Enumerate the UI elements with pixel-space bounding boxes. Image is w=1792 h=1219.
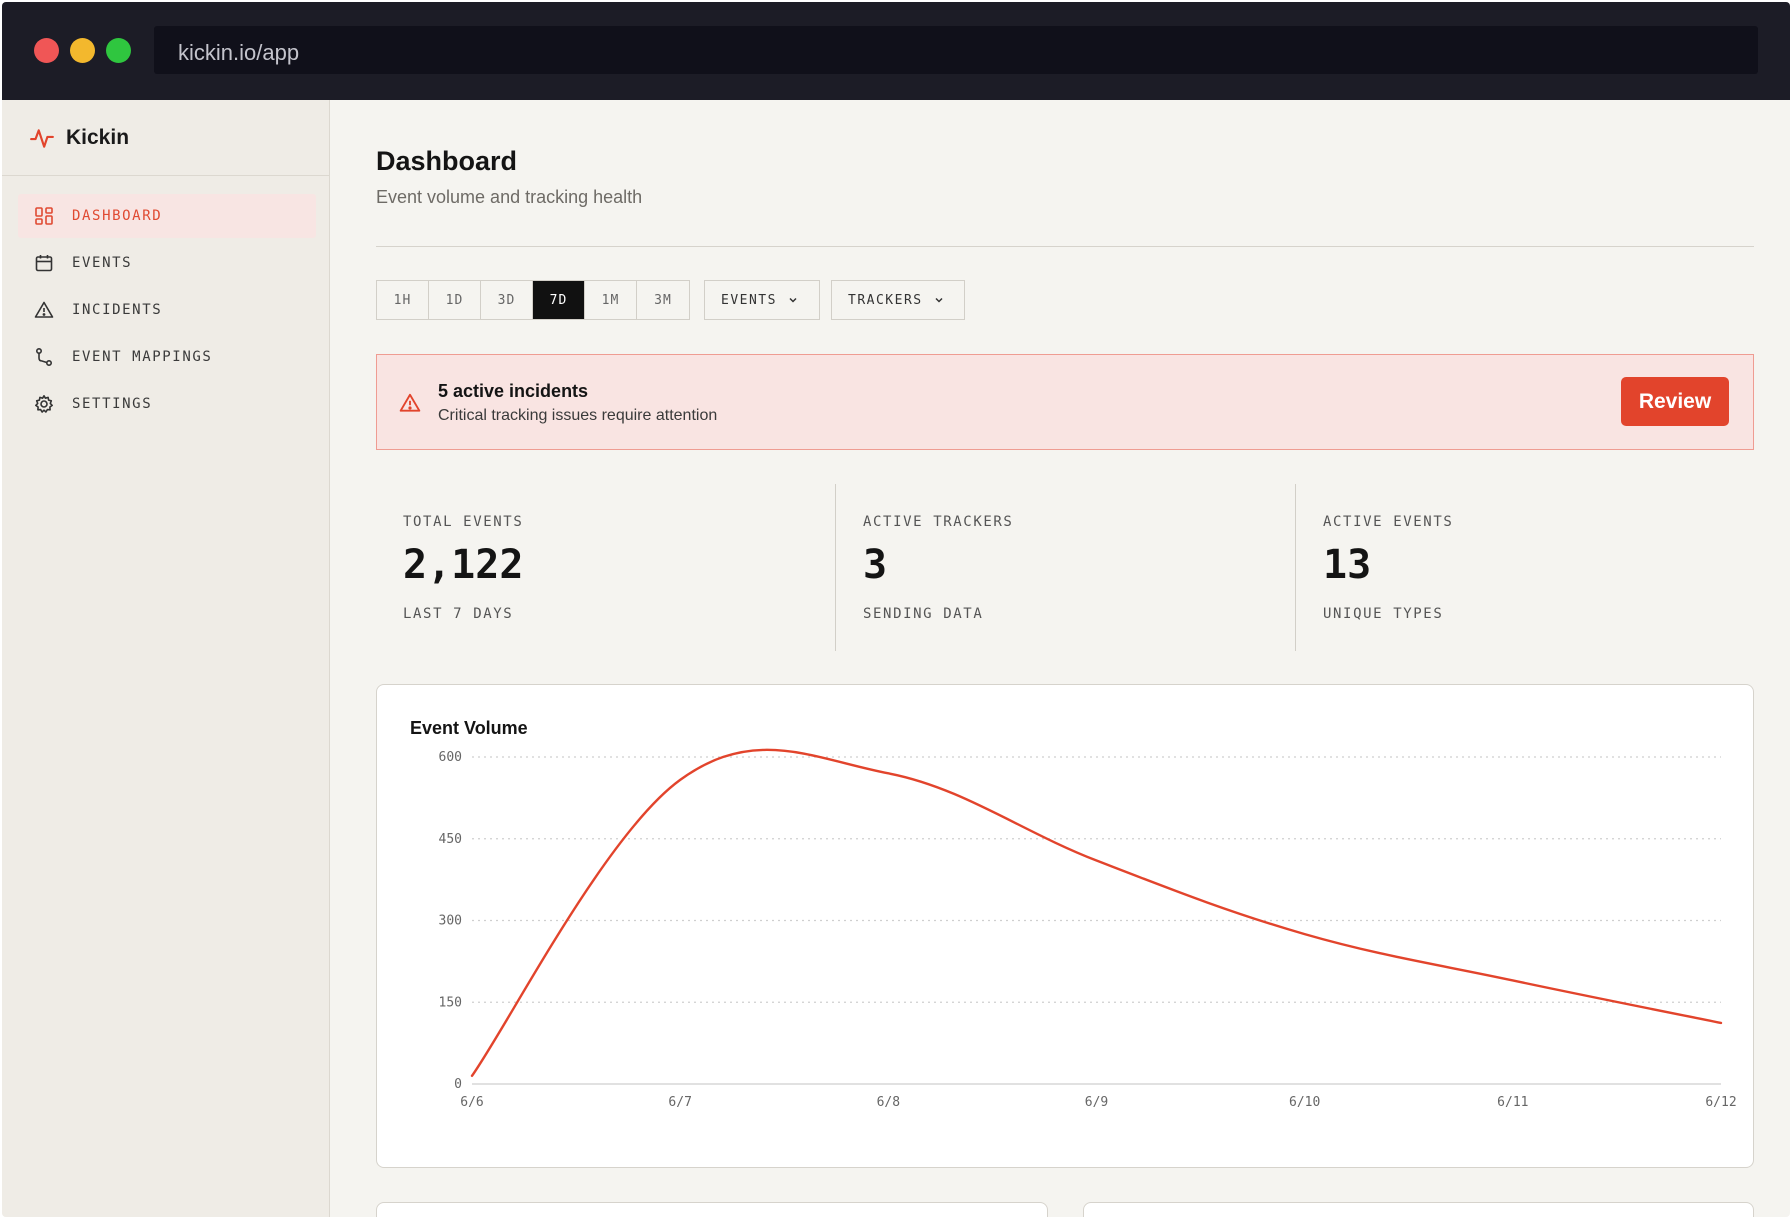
main-content: Dashboard Event volume and tracking heal… bbox=[331, 100, 1790, 1217]
route-icon bbox=[35, 347, 53, 367]
incident-alert-banner: 5 active incidents Critical tracking iss… bbox=[376, 354, 1754, 450]
x-tick-label: 6/7 bbox=[668, 1095, 691, 1110]
chevron-down-icon bbox=[789, 297, 797, 303]
stat-active-trackers: ACTIVE TRACKERS 3 SENDING DATA bbox=[835, 484, 1294, 651]
y-tick-label: 600 bbox=[439, 750, 462, 765]
y-tick-label: 450 bbox=[439, 832, 462, 847]
sidebar-item-label: EVENTS bbox=[72, 255, 133, 271]
pulse-logo-icon bbox=[30, 129, 54, 148]
dashboard-icon bbox=[35, 207, 53, 225]
trackers-dropdown[interactable]: TRACKERS bbox=[831, 280, 965, 320]
y-tick-label: 150 bbox=[439, 995, 462, 1010]
events-dropdown[interactable]: EVENTS bbox=[704, 280, 820, 320]
sidebar-item-event-mappings[interactable]: EVENT MAPPINGS bbox=[18, 335, 316, 379]
y-tick-label: 0 bbox=[454, 1077, 462, 1092]
x-tick-label: 6/11 bbox=[1497, 1095, 1528, 1110]
range-1d-button[interactable]: 1D bbox=[429, 281, 481, 319]
review-button[interactable]: Review bbox=[1621, 377, 1729, 426]
alert-title: 5 active incidents bbox=[438, 381, 589, 401]
maximize-window-button[interactable] bbox=[106, 38, 131, 63]
address-bar[interactable]: kickin.io/app bbox=[154, 26, 1758, 74]
stat-caption: SENDING DATA bbox=[863, 606, 984, 622]
time-range-selector: 1H 1D 3D 7D 1M 3M bbox=[376, 280, 690, 320]
event-volume-chart: 0 150 300 450 600 6/6 6/7 6/8 6/9 6/10 6/11 6/12 bbox=[439, 748, 1737, 1110]
header-divider bbox=[376, 246, 1754, 247]
stat-label: TOTAL EVENTS bbox=[403, 514, 524, 530]
sidebar-item-label: DASHBOARD bbox=[72, 208, 163, 224]
browser-window: kickin.io/app Kickin DASHBOARD EVENTS IN… bbox=[2, 2, 1790, 1217]
sidebar-item-label: INCIDENTS bbox=[72, 302, 163, 318]
x-tick-label: 6/12 bbox=[1705, 1095, 1736, 1110]
chevron-down-icon bbox=[935, 297, 943, 303]
x-tick-label: 6/6 bbox=[460, 1095, 483, 1110]
x-tick-label: 6/8 bbox=[877, 1095, 900, 1110]
range-1h-button[interactable]: 1H bbox=[377, 281, 429, 319]
stat-value: 3 bbox=[863, 542, 888, 588]
bottom-card-right bbox=[1083, 1202, 1754, 1217]
event-volume-card: Event Volume 0 150 300 450 600 6/6 6/7 6/8 6/9 6/… bbox=[376, 684, 1754, 1168]
brand[interactable]: Kickin bbox=[2, 100, 329, 176]
x-tick-label: 6/10 bbox=[1289, 1095, 1320, 1110]
stat-label: ACTIVE EVENTS bbox=[1323, 514, 1454, 530]
stats-row: TOTAL EVENTS 2,122 LAST 7 DAYS ACTIVE TR… bbox=[376, 484, 1754, 651]
events-dropdown-label: EVENTS bbox=[721, 292, 777, 308]
trackers-dropdown-label: TRACKERS bbox=[848, 292, 923, 308]
sidebar-item-label: EVENT MAPPINGS bbox=[72, 349, 213, 365]
stat-caption: LAST 7 DAYS bbox=[403, 606, 514, 622]
page-title: Dashboard bbox=[376, 146, 518, 176]
stat-total-events: TOTAL EVENTS 2,122 LAST 7 DAYS bbox=[376, 484, 835, 651]
stat-value: 2,122 bbox=[403, 542, 524, 588]
y-tick-label: 300 bbox=[439, 914, 462, 929]
stat-caption: UNIQUE TYPES bbox=[1323, 606, 1444, 622]
series-line bbox=[470, 748, 1723, 1078]
warning-icon bbox=[399, 393, 421, 412]
x-tick-label: 6/9 bbox=[1085, 1095, 1108, 1110]
stat-active-events: ACTIVE EVENTS 13 UNIQUE TYPES bbox=[1295, 484, 1754, 651]
address-bar-url: kickin.io/app bbox=[178, 40, 300, 65]
range-7d-button[interactable]: 7D bbox=[533, 281, 585, 319]
page-subtitle: Event volume and tracking health bbox=[376, 187, 643, 207]
alert-triangle-icon bbox=[34, 301, 54, 318]
gear-icon bbox=[35, 395, 53, 413]
calendar-icon bbox=[35, 255, 53, 272]
sidebar-item-dashboard[interactable]: DASHBOARD bbox=[18, 194, 316, 238]
sidebar-item-events[interactable]: EVENTS bbox=[18, 241, 316, 285]
minimize-window-button[interactable] bbox=[70, 38, 95, 63]
stat-value: 13 bbox=[1323, 542, 1372, 588]
sidebar-item-incidents[interactable]: INCIDENTS bbox=[18, 288, 316, 332]
alert-subtitle: Critical tracking issues require attenti… bbox=[438, 407, 718, 424]
stat-label: ACTIVE TRACKERS bbox=[863, 514, 1014, 530]
sidebar-nav: DASHBOARD EVENTS INCIDENTS EVENT MAPPING… bbox=[18, 194, 316, 429]
sidebar-item-label: SETTINGS bbox=[72, 396, 153, 412]
range-1m-button[interactable]: 1M bbox=[585, 281, 637, 319]
range-3d-button[interactable]: 3D bbox=[481, 281, 533, 319]
bottom-card-left bbox=[376, 1202, 1048, 1217]
range-3m-button[interactable]: 3M bbox=[637, 281, 689, 319]
close-window-button[interactable] bbox=[34, 38, 59, 63]
browser-chrome: kickin.io/app bbox=[2, 2, 1790, 100]
brand-name: Kickin bbox=[66, 126, 130, 149]
sidebar: Kickin DASHBOARD EVENTS INCIDENTS EVENT … bbox=[2, 100, 330, 1217]
sidebar-item-settings[interactable]: SETTINGS bbox=[18, 382, 316, 426]
